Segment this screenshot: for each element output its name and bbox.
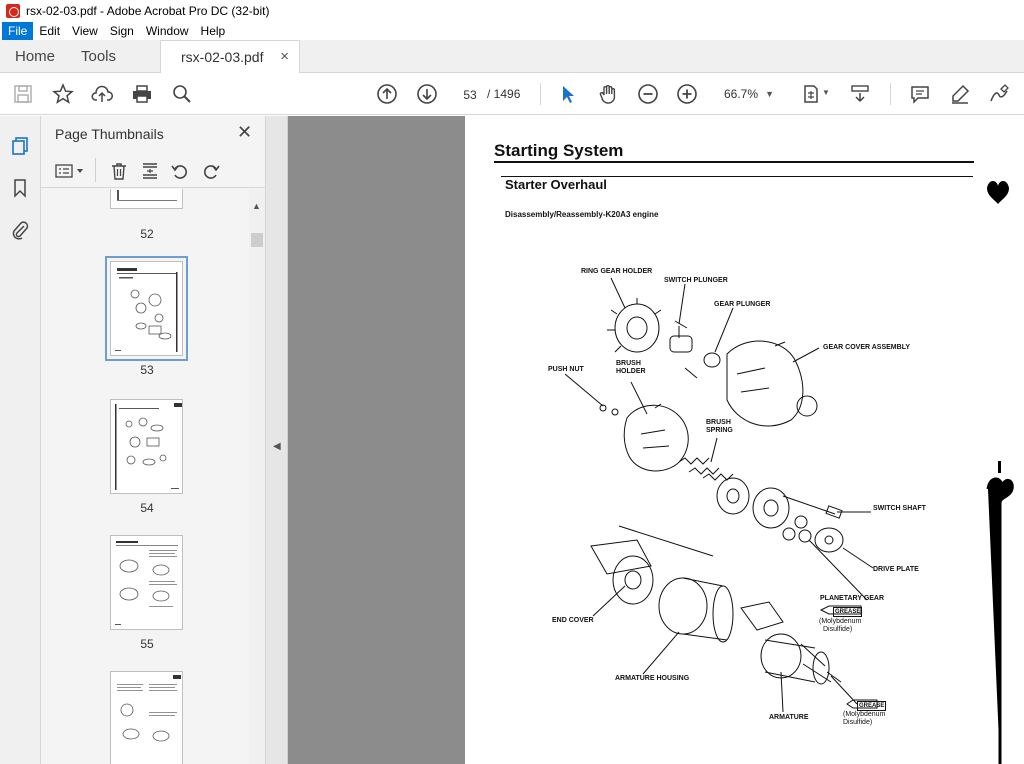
save-icon[interactable] <box>12 83 34 105</box>
thumbnail-options-icon[interactable] <box>55 163 85 179</box>
rotate-clockwise-icon[interactable] <box>201 161 221 181</box>
label-molybdenum-2: (Molybdenum <box>843 711 886 718</box>
print-icon[interactable] <box>131 83 153 105</box>
document-workspace-background <box>288 116 465 764</box>
label-gear-cover-assembly: GEAR COVER ASSEMBLY <box>823 344 910 351</box>
navigation-rail <box>0 116 41 764</box>
menu-help[interactable]: Help <box>195 22 232 40</box>
thumbnail-page-55[interactable] <box>110 535 183 630</box>
label-disulfide-2: Disulfide) <box>843 719 873 726</box>
zoom-level-value: 66.7% <box>724 87 759 101</box>
bookmark-star-icon[interactable] <box>52 83 74 105</box>
toolbar-divider <box>95 158 96 182</box>
menu-view[interactable]: View <box>66 22 104 40</box>
close-icon[interactable]: ✕ <box>237 122 252 143</box>
thumbnails-scrollbar[interactable]: ▲ <box>249 189 265 764</box>
page-thumbnails-icon[interactable] <box>10 136 30 156</box>
label-switch-plunger: SWITCH PLUNGER <box>664 277 728 284</box>
tab-document[interactable]: rsx-02-03.pdf × <box>160 40 300 74</box>
page-thumbnails-panel: Page Thumbnails ✕ 52 53 54 55 ▲ <box>41 116 266 764</box>
label-end-cover: END COVER <box>552 617 594 624</box>
search-icon[interactable] <box>171 83 193 105</box>
main-toolbar: 53 / 1496 66.7% ▼ ▼ <box>0 73 1024 115</box>
bookmarks-icon[interactable] <box>10 178 30 198</box>
label-gear-plunger: GEAR PLUNGER <box>714 301 771 308</box>
label-brush-spring-line2: SPRING <box>706 427 733 434</box>
panel-title: Page Thumbnails <box>55 126 164 142</box>
tab-document-label: rsx-02-03.pdf <box>181 49 264 65</box>
label-armature-housing: ARMATURE HOUSING <box>615 675 690 682</box>
fit-page-icon[interactable] <box>800 83 822 105</box>
upload-cloud-icon[interactable] <box>91 83 113 105</box>
scrolling-mode-icon[interactable] <box>849 83 871 105</box>
fit-page-chevron-icon[interactable]: ▼ <box>822 88 830 97</box>
label-brush-spring: BRUSH <box>706 419 731 426</box>
previous-page-icon[interactable] <box>376 83 398 105</box>
tab-bar: Home Tools rsx-02-03.pdf × <box>0 40 1024 74</box>
toolbar-divider <box>890 83 891 105</box>
tab-close-icon[interactable]: × <box>280 41 289 73</box>
thumbnail-label: 55 <box>140 637 154 651</box>
menu-bar: File Edit View Sign Window Help <box>0 21 1024 40</box>
acrobat-app-icon <box>6 3 20 18</box>
rotate-counterclockwise-icon[interactable] <box>170 161 190 181</box>
tab-home[interactable]: Home <box>15 40 55 73</box>
menu-file[interactable]: File <box>2 21 34 40</box>
zoom-in-icon[interactable] <box>676 83 698 105</box>
tab-tools[interactable]: Tools <box>81 40 116 73</box>
thumbnail-label: 54 <box>140 501 154 515</box>
thumbnail-page-53[interactable] <box>105 256 188 361</box>
select-cursor-icon[interactable] <box>557 83 579 105</box>
page-number-input[interactable]: 53 <box>456 82 484 106</box>
thumbnail-toolbar <box>41 154 266 188</box>
label-switch-shaft: SWITCH SHAFT <box>873 505 926 512</box>
collapse-arrow-icon[interactable]: ◀ <box>273 441 281 452</box>
toolbar-divider <box>540 83 541 105</box>
scrollbar-thumb[interactable] <box>251 233 263 247</box>
label-ring-gear-holder: RING GEAR HOLDER <box>581 268 653 275</box>
draw-signature-icon[interactable] <box>988 83 1010 105</box>
label-push-nut: PUSH NUT <box>548 366 584 373</box>
window-title: rsx-02-03.pdf - Adobe Acrobat Pro DC (32… <box>26 3 270 18</box>
starter-exploded-diagram <box>564 277 878 713</box>
label-disulfide-1: Disulfide) <box>823 626 853 633</box>
delete-page-icon[interactable] <box>109 161 129 181</box>
hand-tool-icon[interactable] <box>597 83 619 105</box>
menu-window[interactable]: Window <box>140 22 195 40</box>
zoom-level-select[interactable]: 66.7% ▼ <box>714 82 780 106</box>
title-bar: rsx-02-03.pdf - Adobe Acrobat Pro DC (32… <box>0 0 1024 21</box>
highlight-pen-icon[interactable] <box>949 83 971 105</box>
comment-icon[interactable] <box>909 83 931 105</box>
label-grease-2: GREASE <box>857 701 887 711</box>
label-planetary-gear: PLANETARY GEAR <box>820 595 885 602</box>
attachments-paperclip-icon[interactable] <box>10 220 30 240</box>
thumbnail-label: 52 <box>140 227 154 241</box>
label-molybdenum-1: (Molybdenum <box>819 618 862 625</box>
label-brush-holder: BRUSH <box>616 360 641 367</box>
label-drive-plate: DRIVE PLATE <box>873 566 919 573</box>
label-grease-1: GREASE <box>833 607 863 617</box>
next-page-icon[interactable] <box>416 83 438 105</box>
document-page[interactable]: Starting System Starter Overhaul Disasse… <box>465 116 1024 764</box>
zoom-out-icon[interactable] <box>637 83 659 105</box>
menu-sign[interactable]: Sign <box>104 22 140 40</box>
label-brush-holder-line2: HOLDER <box>616 368 646 375</box>
thumbnail-label: 53 <box>140 363 154 377</box>
label-armature: ARMATURE <box>769 714 809 721</box>
page-total: / 1496 <box>487 87 521 101</box>
thumbnails-list: 52 53 54 55 <box>41 189 249 764</box>
panel-collapse-handle[interactable]: ◀ <box>266 116 288 764</box>
menu-edit[interactable]: Edit <box>33 22 66 40</box>
insert-page-icon[interactable] <box>140 161 160 181</box>
thumbnail-page-56[interactable] <box>110 671 183 764</box>
chevron-down-icon: ▼ <box>765 89 774 99</box>
thumbnail-page-54[interactable] <box>110 399 183 494</box>
thumbnail-page-52[interactable] <box>110 189 183 209</box>
scroll-up-icon[interactable]: ▲ <box>252 201 261 211</box>
